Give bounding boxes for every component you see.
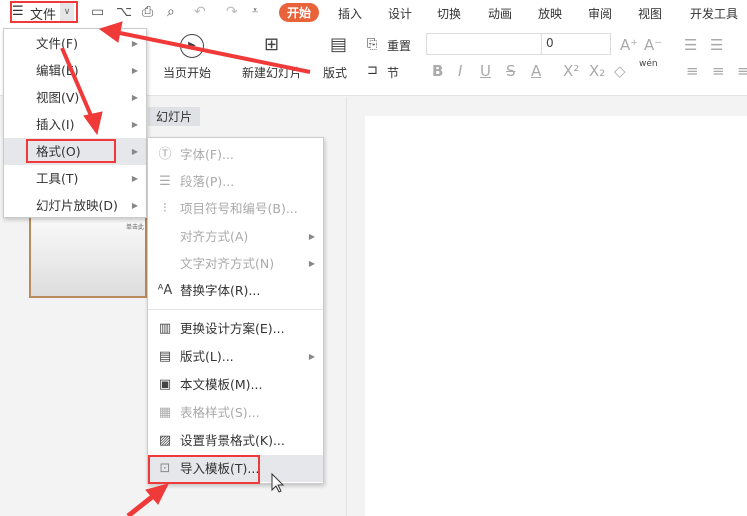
arrow-head-icon bbox=[98, 21, 123, 43]
arrow-to-import bbox=[126, 495, 154, 516]
arrow-to-format bbox=[60, 47, 94, 119]
mouse-cursor-icon bbox=[271, 472, 285, 493]
annotation-arrows bbox=[60, 21, 311, 516]
arrow-to-file-menu bbox=[114, 30, 311, 74]
arrow-head-icon bbox=[83, 111, 103, 136]
